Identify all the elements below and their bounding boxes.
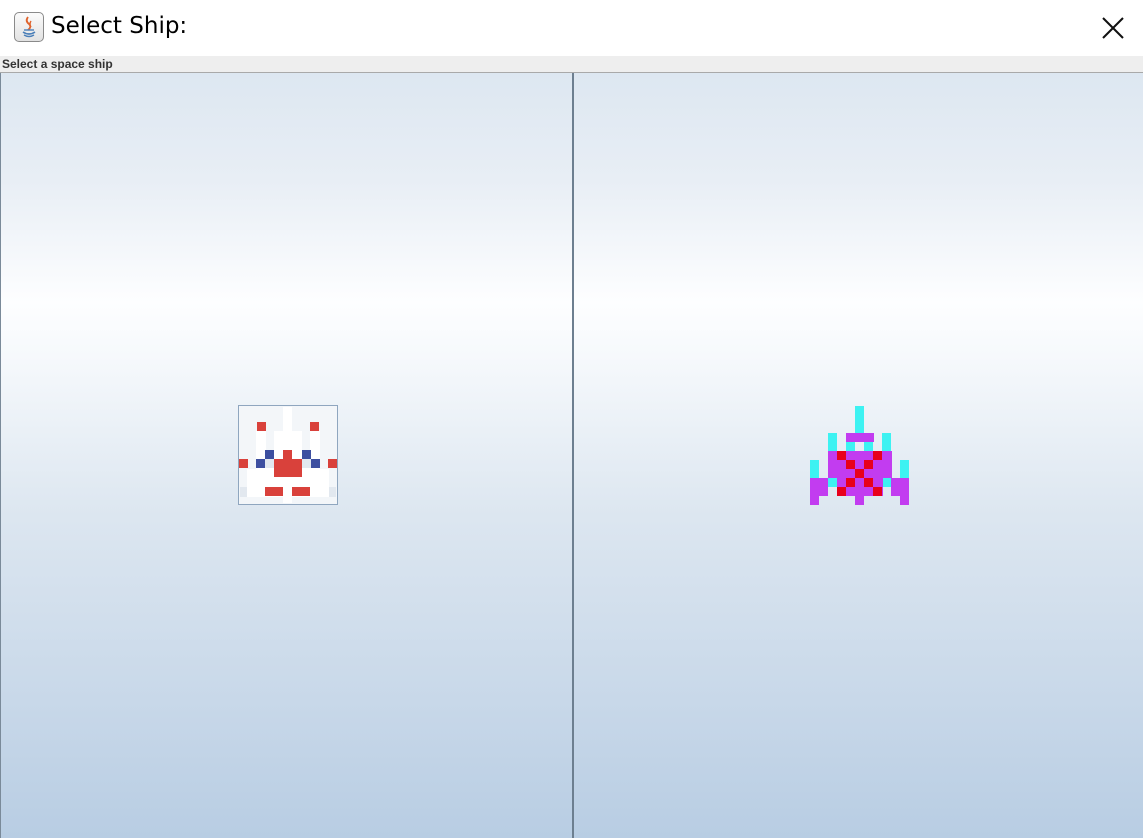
ship-option-purple-cyan[interactable] — [574, 73, 1143, 838]
java-icon — [14, 12, 44, 42]
instruction-header: Select a space ship — [0, 56, 1143, 73]
purple-cyan-spaceship-icon — [810, 405, 910, 505]
title-bar: Select Ship: — [0, 0, 1143, 56]
ship-option-white-red[interactable] — [0, 73, 572, 838]
ship-choices — [0, 73, 1143, 838]
white-red-spaceship-icon — [238, 405, 338, 505]
close-button[interactable] — [1089, 4, 1137, 52]
instruction-label: Select a space ship — [2, 57, 113, 71]
close-icon — [1102, 17, 1124, 39]
select-ship-dialog: Select Ship: Select a space ship — [0, 0, 1143, 838]
window-title: Select Ship: — [51, 13, 188, 39]
